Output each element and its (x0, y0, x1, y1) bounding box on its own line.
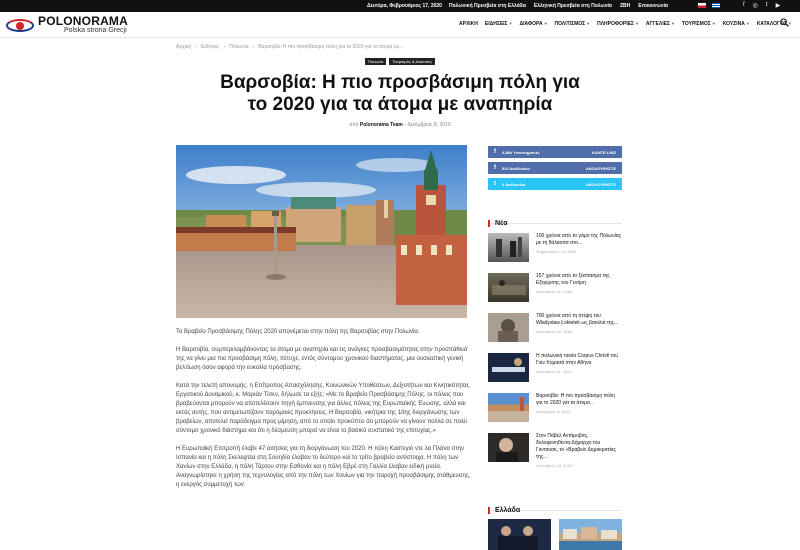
search-icon[interactable] (780, 18, 789, 29)
news-title[interactable]: Βαρσοβία: Η πιο προσβάσιμη πόλη για το 2… (536, 393, 622, 407)
logo-brand: POLONORAMA (38, 14, 128, 28)
news-date: Δεκέμβριος 8, 2019 (536, 409, 571, 414)
author-link[interactable]: Polonorama Team (360, 122, 403, 128)
nav-item-home[interactable]: ΑΡΧΙΚΗ (459, 21, 478, 27)
news-date: Ιανουάριος 11, 2020 (536, 369, 572, 374)
tag-poland[interactable]: Πολωνία (365, 58, 387, 65)
news-thumbnail[interactable] (488, 393, 529, 422)
news-date: Φεβρουάριος 10, 2020 (536, 249, 577, 254)
news-item[interactable]: 157 χρόνια από το ξέσπασμα της Εξέγερσης… (488, 273, 622, 313)
news-block-title: Νέα (488, 212, 622, 227)
news-thumbnail[interactable] (488, 433, 529, 462)
greece-block-title: Ελλάδα (488, 499, 622, 514)
news-title[interactable]: 700 χρόνια από τη στέψη του Władysław Ło… (536, 313, 622, 327)
article-paragraph: Κατά την τελετή απονομής, η Επίτροπος Απ… (176, 383, 470, 434)
article-body: Το Βραβείο Προσβάσιμης Πόλης 2020 απονέμ… (176, 328, 471, 499)
nav-item-ads[interactable]: ΑΓΓΕΛΙΕΣ▼ (646, 21, 675, 27)
follow-button[interactable]: ΑΚΟΛΟΥΘΗΣΤΕ (586, 182, 622, 187)
chevron-down-icon: ▼ (508, 21, 513, 26)
top-link-greek-embassy[interactable]: Ελληνική Πρεσβεία στη Πολωνία (534, 3, 612, 9)
top-link-zbh[interactable]: ZBH (620, 3, 630, 9)
chevron-down-icon: ▼ (543, 21, 548, 26)
breadcrumb-news[interactable]: Ειδήσεις (201, 44, 220, 50)
nav-item-tourism[interactable]: ΤΟΥΡΙΣΜΟΣ▼ (682, 21, 716, 27)
chevron-down-icon: ▼ (745, 21, 750, 26)
article-title: Βαρσοβία: Η πιο προσβάσιμη πόλη για το 2… (220, 72, 580, 115)
twitter-followers-box[interactable]: t 4 Ακόλουθοι ΑΚΟΛΟΥΘΗΣΤΕ (488, 178, 622, 190)
follow-button[interactable]: ΑΚΟΛΟΥΘΗΣΤΕ (586, 166, 622, 171)
news-title[interactable]: Στον Πάβελ Αντάμοβιτς, δολοφονηθέντα Δήμ… (536, 433, 622, 461)
gr-flag-icon[interactable] (712, 3, 720, 8)
tag-tourism[interactable]: Τουρισμός & Διακοπές (389, 58, 435, 65)
article-paragraph: Η Βαρσοβία, συμπεριλαμβάνοντας τα άτομα … (176, 347, 468, 371)
greece-thumbnail[interactable] (559, 519, 622, 550)
facebook-icon[interactable]: f (743, 2, 745, 9)
top-link-contact[interactable]: Επικοινωνία (638, 3, 668, 9)
nav-item-cuisine[interactable]: ΚΟΥΖΙΝΑ▼ (723, 21, 750, 27)
news-item[interactable]: Βαρσοβία: Η πιο προσβάσιμη πόλη για το 2… (488, 393, 622, 433)
top-links: Πολωνική Πρεσβεία στη Ελλάδα Ελληνική Πρ… (449, 3, 668, 9)
nav-item-misc[interactable]: ΔΙΑΦΟΡΑ▼ (520, 21, 548, 27)
chevron-down-icon: ▼ (670, 21, 675, 26)
greece-thumbnails (488, 519, 622, 550)
news-thumbnail[interactable] (488, 313, 529, 342)
breadcrumb: Αρχική › Ειδήσεις › Πολωνία › Βαρσοβία: … (176, 44, 404, 50)
chevron-down-icon: ▼ (586, 21, 591, 26)
chevron-down-icon: ▼ (711, 21, 716, 26)
facebook-followers-box[interactable]: f 520 Ακόλουθοι ΑΚΟΛΟΥΘΗΣΤΕ (488, 162, 622, 174)
facebook-icon: f (494, 149, 496, 155)
news-item[interactable]: 100 χρόνια από το γάμο της Πολωνίας με τ… (488, 233, 622, 273)
news-list: 100 χρόνια από το γάμο της Πολωνίας με τ… (488, 233, 622, 473)
like-button[interactable]: ΚΑΝΤΕ LIKE (592, 150, 622, 155)
article-hero-image (176, 145, 467, 318)
nav-item-info[interactable]: ΠΛΗΡΟΦΟΡΙΕΣ▼ (597, 21, 639, 27)
social-counters: f 4,984 Υποστηρικτές ΚΑΝΤΕ LIKE f 520 Ακ… (488, 146, 622, 194)
main-nav: ΑΡΧΙΚΗ ΕΙΔΗΣΕΙΣ▼ ΔΙΑΦΟΡΑ▼ ΠΟΛΙΤΙΣΜΟΣ▼ ΠΛ… (459, 21, 792, 27)
news-title[interactable]: 100 χρόνια από το γάμο της Πολωνίας με τ… (536, 233, 622, 247)
twitter-icon[interactable]: t (766, 2, 768, 9)
top-bar: Δευτέρα, Φεβρουάριος 17, 2020 Πολωνική Π… (0, 0, 800, 12)
news-thumbnail[interactable] (488, 233, 529, 262)
news-thumbnail[interactable] (488, 353, 529, 382)
news-date: Ιανουάριος 19, 2020 (536, 329, 573, 334)
youtube-icon[interactable]: ▶ (776, 2, 781, 9)
publish-date: Δεκέμβριος 8, 2019 (407, 122, 451, 128)
nav-item-culture[interactable]: ΠΟΛΙΤΙΣΜΟΣ▼ (555, 21, 591, 27)
logo-eye-icon (6, 17, 34, 33)
top-link-polish-embassy[interactable]: Πολωνική Πρεσβεία στη Ελλάδα (449, 3, 526, 9)
news-title[interactable]: 157 χρόνια από το ξέσπασμα της Εξέγερσης… (536, 273, 622, 287)
byline: από Polonorama Team - Δεκέμβριος 8, 2019 (349, 122, 451, 128)
instagram-icon[interactable]: ◎ (753, 2, 758, 9)
news-date: Οκτώβριος 13, 2019 (536, 463, 573, 468)
breadcrumb-home[interactable]: Αρχική (176, 44, 191, 50)
article-paragraph: Το Βραβείο Προσβάσιμης Πόλης 2020 απονέμ… (176, 329, 420, 335)
news-title[interactable]: Η πολωνική ταινία Corpus Christi του Για… (536, 353, 622, 367)
nav-item-news[interactable]: ΕΙΔΗΣΕΙΣ▼ (485, 21, 513, 27)
category-tags: Πολωνία Τουρισμός & Διακοπές (0, 58, 800, 65)
facebook-icon: f (494, 165, 496, 171)
news-thumbnail[interactable] (488, 273, 529, 302)
current-date: Δευτέρα, Φεβρουάριος 17, 2020 (367, 3, 442, 9)
facebook-likes-box[interactable]: f 4,984 Υποστηρικτές ΚΑΝΤΕ LIKE (488, 146, 622, 158)
greece-thumbnail[interactable] (488, 519, 551, 550)
news-item[interactable]: Η πολωνική ταινία Corpus Christi του Για… (488, 353, 622, 393)
breadcrumb-current: Βαρσοβία: Η πιο προσβάσιμη πόλη για το 2… (258, 44, 404, 50)
twitter-icon: t (494, 181, 496, 187)
news-item[interactable]: Στον Πάβελ Αντάμοβιτς, δολοφονηθέντα Δήμ… (488, 433, 622, 473)
pl-flag-icon[interactable] (698, 3, 706, 8)
site-header: POLONORAMA Polska strona Grecji ΑΡΧΙΚΗ Ε… (0, 12, 800, 38)
breadcrumb-poland[interactable]: Πολωνία (229, 44, 248, 50)
logo-tagline: Polska strona Grecji (64, 27, 127, 34)
chevron-down-icon: ▼ (634, 21, 639, 26)
site-logo[interactable]: POLONORAMA Polska strona Grecji (6, 15, 128, 34)
news-item[interactable]: 700 χρόνια από τη στέψη του Władysław Ło… (488, 313, 622, 353)
news-date: Ιανουάριος 21, 2020 (536, 289, 573, 294)
article-paragraph: Η Ευρωπαϊκή Επιτροπή έλαβε 47 αιτήσεις γ… (176, 446, 471, 488)
